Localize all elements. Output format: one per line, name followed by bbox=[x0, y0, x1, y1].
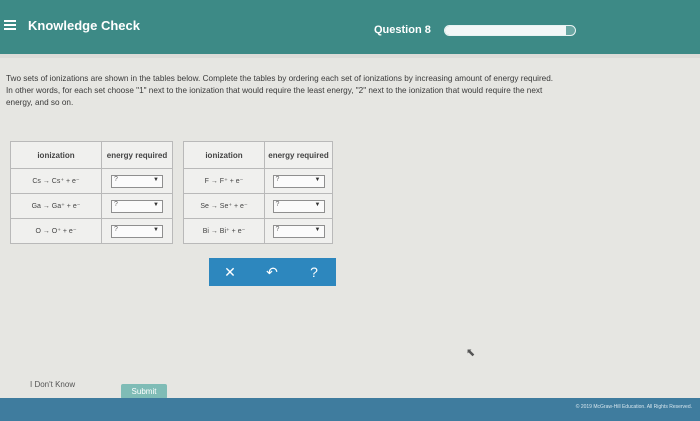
question-label: Question 8 bbox=[374, 24, 431, 36]
ionization-table-2: ionization energy required F → F⁺ + e⁻ ?… bbox=[183, 141, 333, 244]
progress-bar bbox=[444, 25, 576, 36]
instructions-line-1: Two sets of ionizations are shown in the… bbox=[6, 74, 554, 83]
dropdown-arrow-icon: ▼ bbox=[153, 226, 159, 233]
submit-button[interactable]: Submit bbox=[121, 384, 167, 399]
mouse-cursor-icon: ⬉ bbox=[466, 347, 476, 359]
ionization-cell: Ga → Ga⁺ + e⁻ bbox=[10, 193, 102, 219]
instructions-line-3: energy, and so on. bbox=[6, 98, 74, 107]
progress-fill bbox=[445, 26, 566, 35]
energy-rank-select[interactable]: ? ▼ bbox=[111, 199, 163, 213]
ionization-cell: O → O⁺ + e⁻ bbox=[10, 218, 102, 244]
ionization-cell: Cs → Cs⁺ + e⁻ bbox=[10, 168, 102, 194]
copyright: © 2019 McGraw-Hill Education. All Rights… bbox=[575, 404, 692, 410]
help-button[interactable]: ? bbox=[293, 258, 335, 286]
dont-know-button[interactable]: I Don't Know bbox=[30, 380, 75, 389]
energy-rank-select[interactable]: ? ▼ bbox=[111, 174, 163, 188]
footer-bar: © 2019 McGraw-Hill Education. All Rights… bbox=[0, 398, 700, 421]
header-energy-required: energy required bbox=[101, 141, 173, 169]
dropdown-arrow-icon: ▼ bbox=[314, 226, 321, 233]
ionization-cell: F → F⁺ + e⁻ bbox=[183, 168, 265, 194]
ionization-cell: Se → Se⁺ + e⁻ bbox=[183, 193, 265, 219]
energy-rank-select[interactable]: ? ▼ bbox=[111, 224, 163, 238]
instructions-line-2: In other words, for each set choose "1" … bbox=[6, 86, 543, 95]
question-content: Two sets of ionizations are shown in the… bbox=[0, 58, 700, 399]
energy-rank-select[interactable]: ? ▼ bbox=[272, 224, 325, 238]
answer-tools: ✕ ↶ ? bbox=[209, 258, 336, 286]
menu-icon[interactable] bbox=[4, 20, 16, 30]
dropdown-arrow-icon: ▼ bbox=[153, 201, 159, 208]
energy-rank-select[interactable]: ? ▼ bbox=[272, 174, 325, 188]
energy-rank-select[interactable]: ? ▼ bbox=[272, 199, 325, 213]
dropdown-arrow-icon: ▼ bbox=[314, 176, 321, 183]
instructions: Two sets of ionizations are shown in the… bbox=[6, 73, 698, 109]
dropdown-arrow-icon: ▼ bbox=[153, 176, 159, 183]
dropdown-arrow-icon: ▼ bbox=[314, 201, 321, 208]
top-bar: Knowledge Check Question 8 bbox=[0, 0, 700, 54]
header-ionization: ionization bbox=[10, 141, 102, 169]
header-energy-required: energy required bbox=[264, 141, 333, 169]
header-ionization: ionization bbox=[183, 141, 265, 169]
clear-button[interactable]: ✕ bbox=[209, 258, 251, 286]
ionization-table-1: ionization energy required Cs → Cs⁺ + e⁻… bbox=[10, 141, 173, 244]
ionization-cell: Bi → Bi⁺ + e⁻ bbox=[183, 218, 265, 244]
app-title: Knowledge Check bbox=[28, 18, 140, 33]
undo-button[interactable]: ↶ bbox=[251, 258, 293, 286]
